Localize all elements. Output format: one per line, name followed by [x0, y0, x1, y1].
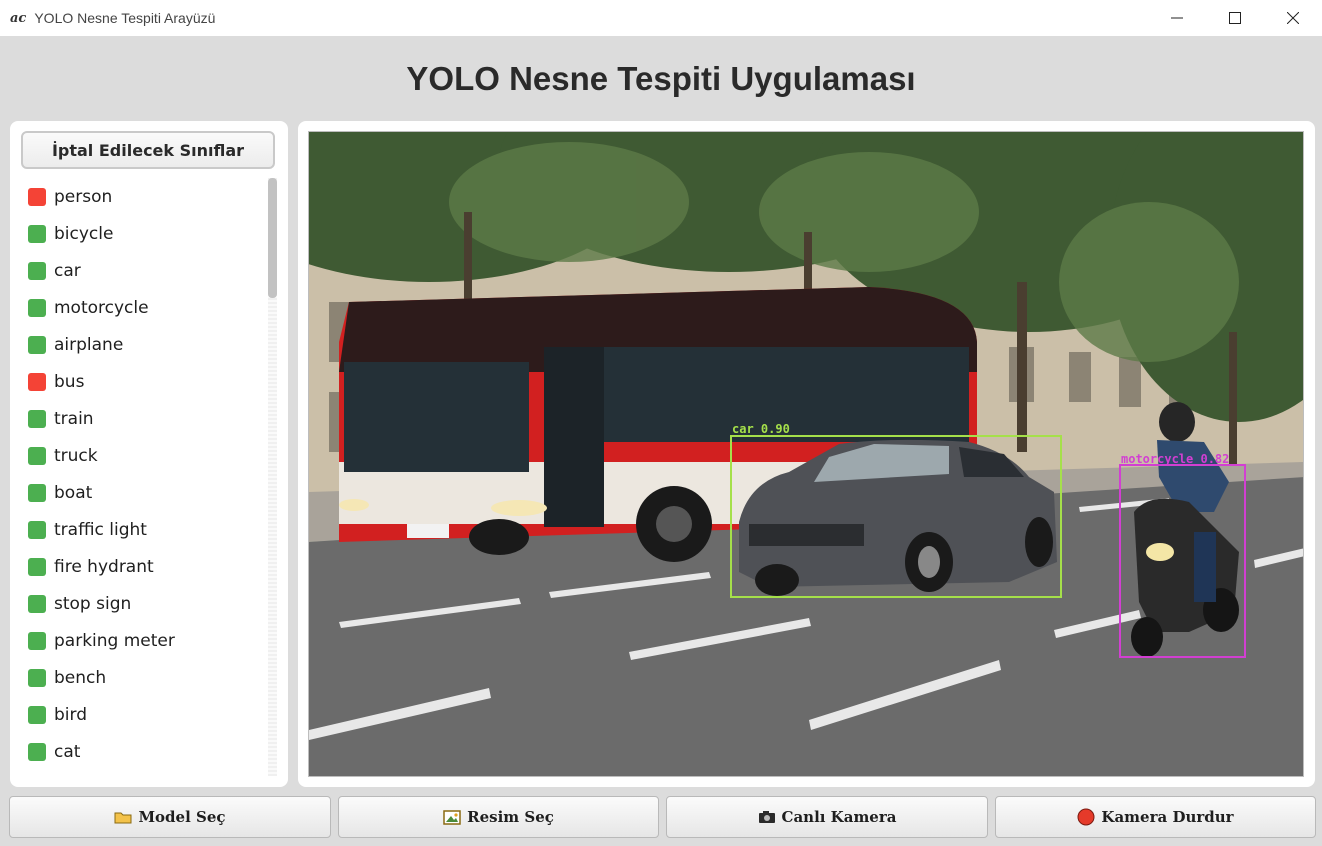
- class-enabled-indicator: [28, 261, 46, 280]
- class-enabled-indicator: [28, 446, 46, 465]
- class-label: bench: [54, 667, 107, 688]
- class-item[interactable]: boat: [28, 474, 264, 511]
- class-enabled-indicator: [28, 298, 46, 317]
- class-item[interactable]: train: [28, 400, 264, 437]
- class-item[interactable]: truck: [28, 437, 264, 474]
- stop-camera-label: Kamera Durdur: [1101, 808, 1234, 826]
- class-list-scrollbar[interactable]: [268, 178, 277, 776]
- class-enabled-indicator: [28, 594, 46, 613]
- class-label: airplane: [54, 334, 124, 355]
- minimize-button[interactable]: [1148, 0, 1206, 36]
- select-image-label: Resim Seç: [467, 808, 554, 826]
- class-item[interactable]: traffic light: [28, 511, 264, 548]
- stop-record-icon: [1077, 808, 1095, 826]
- class-enabled-indicator: [28, 483, 46, 502]
- maximize-icon: [1229, 12, 1241, 24]
- class-label: fire hydrant: [54, 556, 154, 577]
- class-label: bus: [54, 371, 85, 392]
- window-titlebar: ac YOLO Nesne Tespiti Arayüzü: [0, 0, 1322, 36]
- class-enabled-indicator: [28, 631, 46, 650]
- class-disabled-indicator: [28, 187, 46, 206]
- app-heading: YOLO Nesne Tespiti Uygulaması: [406, 60, 916, 97]
- street-scene-image: car 0.90 motorcycle 0.82: [309, 132, 1303, 776]
- class-disabled-indicator: [28, 372, 46, 391]
- class-enabled-indicator: [28, 705, 46, 724]
- live-camera-label: Canlı Kamera: [781, 808, 897, 826]
- class-item[interactable]: cat: [28, 733, 264, 770]
- class-filter-header-button[interactable]: İptal Edilecek Sınıflar: [21, 131, 275, 169]
- select-image-button[interactable]: Resim Seç: [338, 796, 659, 838]
- live-camera-button[interactable]: Canlı Kamera: [666, 796, 988, 838]
- class-item[interactable]: bird: [28, 696, 264, 733]
- class-item[interactable]: stop sign: [28, 585, 264, 622]
- select-model-button[interactable]: Model Seç: [9, 796, 331, 838]
- picture-icon: [443, 809, 461, 825]
- class-enabled-indicator: [28, 557, 46, 576]
- class-label: boat: [54, 482, 93, 503]
- detection-label-motorcycle: motorcycle 0.82: [1121, 452, 1229, 466]
- image-display-panel: car 0.90 motorcycle 0.82: [298, 121, 1315, 787]
- class-label: car: [54, 260, 81, 281]
- class-label: train: [54, 408, 94, 429]
- class-item[interactable]: person: [28, 178, 264, 215]
- class-list: person bicycle car motorcycle airplane bus tra…: [28, 178, 264, 770]
- class-item[interactable]: bicycle: [28, 215, 264, 252]
- window-controls: [1148, 0, 1322, 36]
- camera-icon: [758, 810, 776, 824]
- class-enabled-indicator: [28, 335, 46, 354]
- minimize-icon: [1171, 17, 1183, 19]
- select-model-label: Model Seç: [138, 808, 226, 826]
- class-label: parking meter: [54, 630, 175, 651]
- class-item[interactable]: bench: [28, 659, 264, 696]
- class-filter-panel: İptal Edilecek Sınıflar person bicycle car…: [10, 121, 288, 787]
- detection-image: car 0.90 motorcycle 0.82: [308, 131, 1304, 777]
- app-logo-icon: ac: [10, 10, 27, 26]
- class-label: stop sign: [54, 593, 132, 614]
- class-label: cat: [54, 741, 81, 762]
- class-label: bicycle: [54, 223, 114, 244]
- window-title: YOLO Nesne Tespiti Arayüzü: [34, 10, 216, 26]
- class-enabled-indicator: [28, 742, 46, 761]
- scrollbar-thumb[interactable]: [268, 178, 277, 298]
- detection-label-car: car 0.90: [732, 422, 790, 436]
- close-icon: [1287, 12, 1299, 24]
- class-item[interactable]: parking meter: [28, 622, 264, 659]
- class-enabled-indicator: [28, 224, 46, 243]
- stop-camera-button[interactable]: Kamera Durdur: [995, 796, 1316, 838]
- class-label: person: [54, 186, 113, 207]
- class-item[interactable]: fire hydrant: [28, 548, 264, 585]
- class-enabled-indicator: [28, 409, 46, 428]
- class-enabled-indicator: [28, 668, 46, 687]
- class-item[interactable]: airplane: [28, 326, 264, 363]
- maximize-button[interactable]: [1206, 0, 1264, 36]
- class-enabled-indicator: [28, 520, 46, 539]
- class-item[interactable]: car: [28, 252, 264, 289]
- class-label: traffic light: [54, 519, 147, 540]
- close-button[interactable]: [1264, 0, 1322, 36]
- class-item[interactable]: motorcycle: [28, 289, 264, 326]
- class-item[interactable]: bus: [28, 363, 264, 400]
- folder-icon: [114, 810, 132, 824]
- class-label: motorcycle: [54, 297, 149, 318]
- class-label: truck: [54, 445, 98, 466]
- class-label: bird: [54, 704, 87, 725]
